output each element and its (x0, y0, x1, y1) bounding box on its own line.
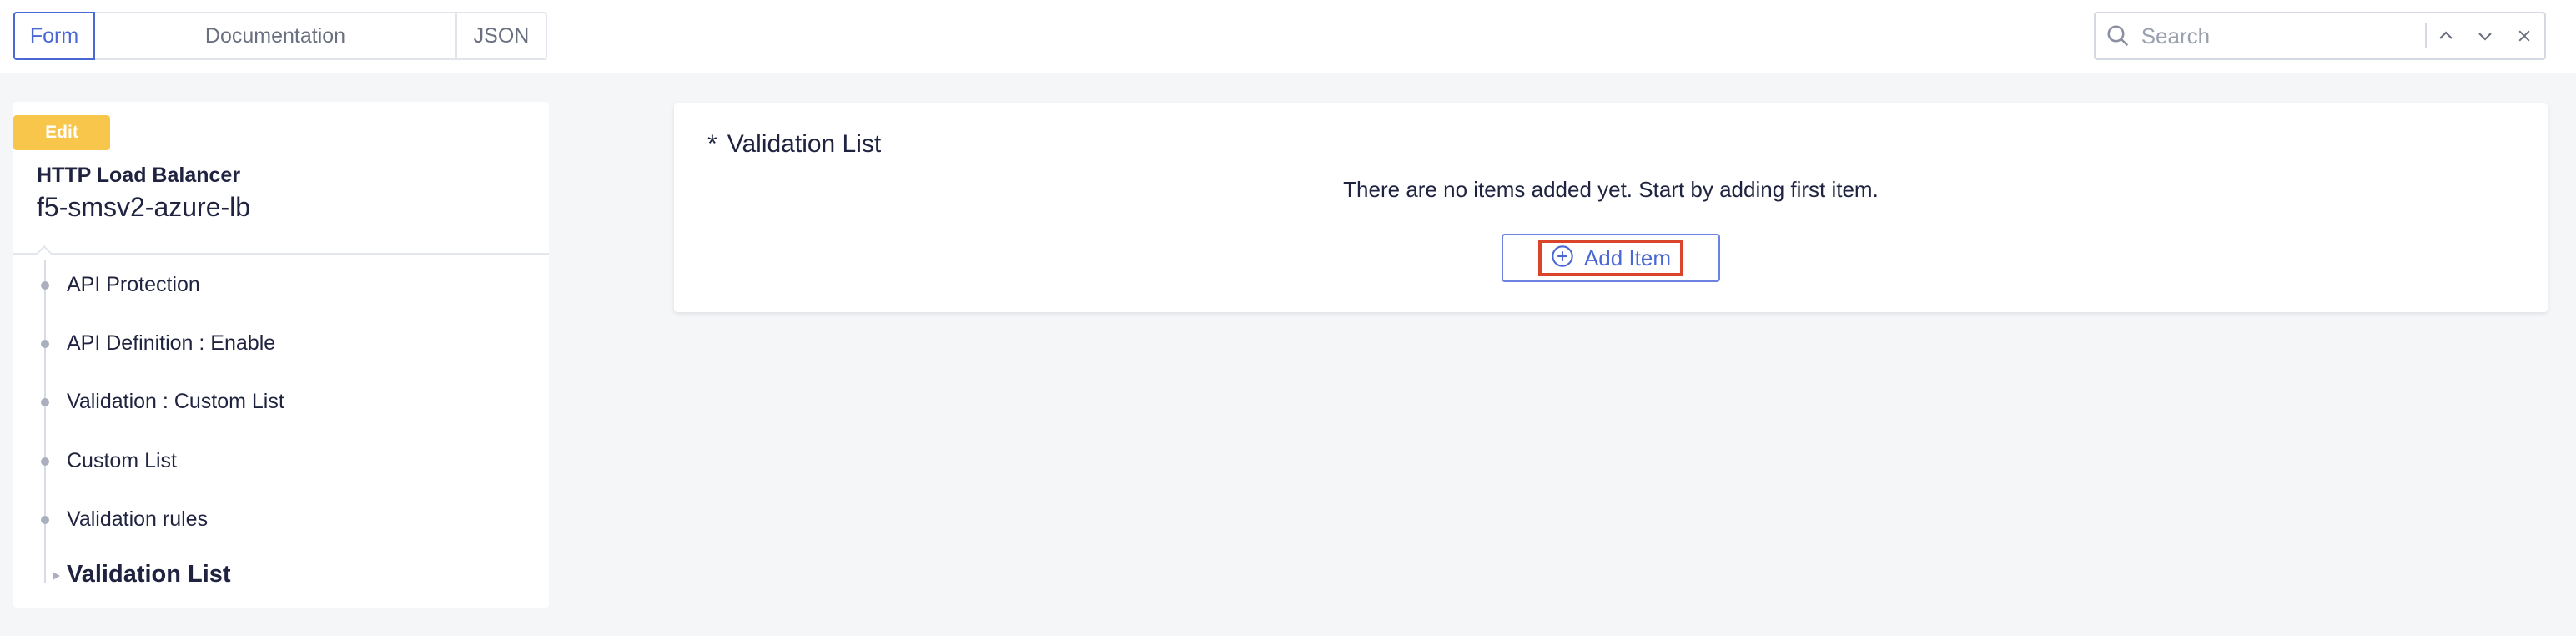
object-sidebar: Edit HTTP Load Balancer f5-smsv2-azure-l… (13, 102, 549, 608)
search-input[interactable] (2141, 15, 2408, 57)
chevron-up-icon[interactable] (2427, 13, 2466, 58)
tab-form[interactable]: Form (13, 12, 95, 60)
breadcrumb-validation[interactable]: Validation : Custom List (67, 390, 284, 414)
divider-notch (36, 245, 53, 262)
tab-documentation[interactable]: Documentation (95, 13, 457, 58)
search-icon (2096, 13, 2141, 58)
section-title: * Validation List (707, 130, 881, 159)
empty-state-message: There are no items added yet. Start by a… (1343, 177, 1879, 202)
breadcrumb-custom-list[interactable]: Custom List (67, 449, 177, 473)
chevron-down-icon[interactable] (2466, 13, 2505, 58)
add-item-highlight: Add Item (1538, 240, 1683, 276)
edit-badge: Edit (13, 115, 110, 150)
breadcrumb-dot (41, 340, 49, 348)
breadcrumb-dot (41, 398, 49, 406)
add-item-button[interactable]: Add Item (1502, 234, 1720, 282)
search-box (2094, 12, 2546, 60)
top-bar: Form Documentation JSON (0, 0, 2576, 73)
validation-list-section: * Validation List There are no items adde… (674, 103, 2548, 312)
breadcrumb-current: Validation List (67, 561, 231, 588)
breadcrumb-dot (41, 281, 49, 290)
object-type: HTTP Load Balancer (37, 164, 241, 187)
required-mark: * (707, 130, 717, 158)
plus-circle-icon (1551, 245, 1574, 272)
breadcrumb-api-definition[interactable]: API Definition : Enable (67, 331, 275, 356)
object-name: f5-smsv2-azure-lb (37, 192, 251, 222)
breadcrumb-api-protection[interactable]: API Protection (67, 273, 200, 297)
close-icon[interactable] (2505, 13, 2544, 58)
sidebar-divider (13, 253, 549, 255)
add-item-label: Add Item (1583, 245, 1672, 270)
breadcrumb-tree-line (44, 260, 46, 583)
current-arrow-icon (53, 572, 60, 580)
view-tabs: Form Documentation JSON (13, 12, 547, 60)
tab-json[interactable]: JSON (457, 13, 546, 58)
breadcrumb-validation-rules[interactable]: Validation rules (67, 507, 208, 532)
section-title-text: Validation List (727, 130, 882, 158)
breadcrumb-dot (41, 457, 49, 466)
breadcrumb-dot (41, 516, 49, 524)
